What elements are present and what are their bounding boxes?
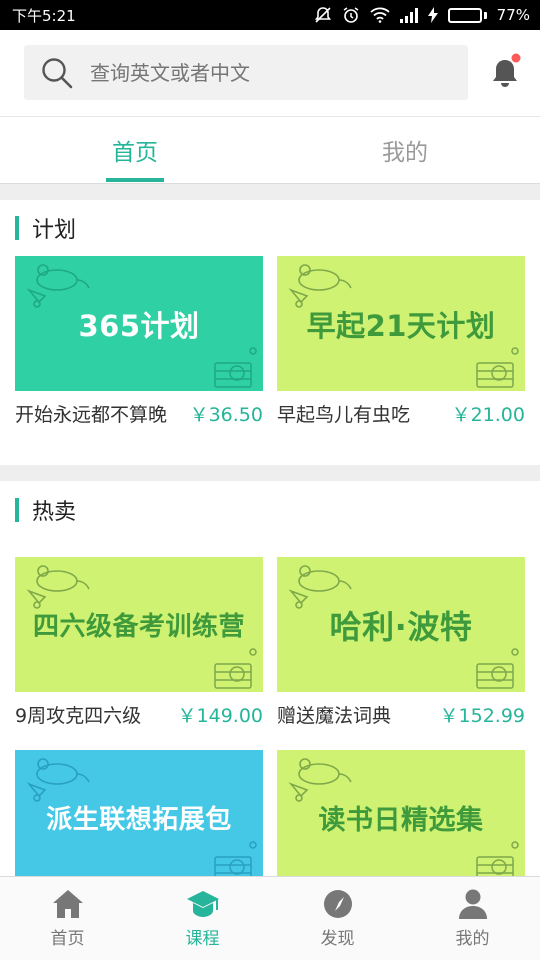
tab-mine[interactable]: 我的 [270, 117, 540, 183]
wifi-icon [370, 7, 390, 23]
hot-grid-row-2: 派生联想拓展包 读书日精选集 [0, 750, 540, 876]
nav-mine[interactable]: 我的 [405, 877, 540, 960]
card-info: 赠送魔法词典 ￥152.99 [277, 692, 525, 736]
signal-icon [399, 7, 418, 23]
course-price: ￥21.00 [451, 403, 525, 426]
section-title-plan: 计划 [0, 200, 540, 256]
basket-doodle-icon [214, 648, 257, 689]
banner-title: 哈利·波特 [329, 607, 473, 646]
card-info: 早起鸟儿有虫吃 ￥21.00 [277, 391, 525, 435]
top-tabs: 首页 我的 [0, 116, 540, 184]
basket-doodle-icon [476, 347, 519, 388]
person-icon [458, 889, 487, 919]
card-info: 开始永远都不算晚 ￥36.50 [15, 391, 263, 435]
section-title-label: 计划 [32, 218, 77, 243]
course-card[interactable]: 读书日精选集 [277, 750, 525, 876]
nav-label: 发现 [320, 929, 355, 949]
search-input[interactable] [90, 60, 430, 85]
course-price: ￥149.00 [177, 704, 263, 727]
course-name: 开始永远都不算晚 [15, 403, 168, 426]
banner-title: 四六级备考训练营 [32, 612, 245, 642]
main-content[interactable]: 计划 365计划 开始永远都不算晚 ￥36.50 早起21天计划 早起鸟儿有虫吃… [0, 184, 540, 876]
course-card[interactable]: 365计划 开始永远都不算晚 ￥36.50 [15, 256, 263, 435]
section-divider [0, 465, 540, 481]
card-info: 9周攻克四六级 ￥149.00 [15, 692, 263, 736]
course-name: 9周攻克四六级 [15, 704, 142, 727]
bell-icon[interactable] [488, 52, 522, 92]
section-divider [0, 184, 540, 200]
basket-doodle-icon [214, 347, 257, 388]
compass-icon [323, 890, 352, 918]
status-icons: 77% [314, 6, 530, 24]
course-price: ￥36.50 [189, 403, 263, 426]
nav-label: 首页 [50, 929, 85, 949]
mouse-doodle-icon [26, 758, 90, 802]
battery-percent: 77% [496, 6, 530, 24]
bottom-nav: 首页 课程 发现 我的 [0, 876, 540, 960]
basket-doodle-icon [214, 841, 257, 876]
banner-title: 派生联想拓展包 [46, 805, 232, 835]
mouse-doodle-icon [26, 565, 90, 609]
course-banner: 哈利·波特 [277, 557, 525, 692]
banner-title: 读书日精选集 [318, 805, 484, 836]
course-banner: 早起21天计划 [277, 256, 525, 391]
alarm-icon [342, 6, 360, 24]
basket-doodle-icon [476, 648, 519, 689]
course-card[interactable]: 早起21天计划 早起鸟儿有虫吃 ￥21.00 [277, 256, 525, 435]
course-banner: 365计划 [15, 256, 263, 391]
section-title-label: 热卖 [32, 500, 77, 525]
course-card[interactable]: 哈利·波特 赠送魔法词典 ￥152.99 [277, 557, 525, 736]
plan-grid: 365计划 开始永远都不算晚 ￥36.50 早起21天计划 早起鸟儿有虫吃 ￥2… [0, 256, 540, 435]
section-accent-bar [15, 498, 19, 522]
graduation-cap-icon [186, 891, 219, 917]
course-name: 早起鸟儿有虫吃 [277, 403, 411, 426]
course-price: ￥152.99 [439, 704, 525, 727]
course-name: 赠送魔法词典 [277, 704, 392, 727]
nav-home[interactable]: 首页 [0, 877, 135, 960]
status-time: 下午5:21 [12, 6, 76, 25]
search-icon [42, 57, 73, 88]
charging-icon [427, 7, 438, 23]
course-banner: 读书日精选集 [277, 750, 525, 876]
course-card[interactable]: 四六级备考训练营 9周攻克四六级 ￥149.00 [15, 557, 263, 736]
course-banner: 派生联想拓展包 [15, 750, 263, 876]
battery-icon [447, 7, 487, 23]
home-icon [52, 890, 83, 918]
nav-label: 我的 [455, 929, 490, 949]
course-card[interactable]: 派生联想拓展包 [15, 750, 263, 876]
banner-title: 早起21天计划 [306, 308, 496, 343]
mute-icon [314, 6, 332, 24]
status-bar: 下午5:21 77% [0, 0, 540, 30]
nav-courses[interactable]: 课程 [135, 877, 270, 960]
mouse-doodle-icon [288, 758, 352, 802]
basket-doodle-icon [476, 841, 519, 876]
tab-home[interactable]: 首页 [0, 117, 270, 183]
hot-grid-row-1: 四六级备考训练营 9周攻克四六级 ￥149.00 哈利·波特 赠送魔法词典 ￥1… [0, 557, 540, 736]
header [0, 30, 540, 116]
course-banner: 四六级备考训练营 [15, 557, 263, 692]
nav-label: 课程 [185, 929, 220, 949]
notification-dot [511, 53, 521, 63]
nav-discover[interactable]: 发现 [270, 877, 405, 960]
banner-title: 365计划 [78, 308, 200, 343]
search-bar[interactable] [24, 45, 468, 100]
section-title-hot: 热卖 [0, 481, 540, 539]
section-accent-bar [15, 216, 19, 240]
